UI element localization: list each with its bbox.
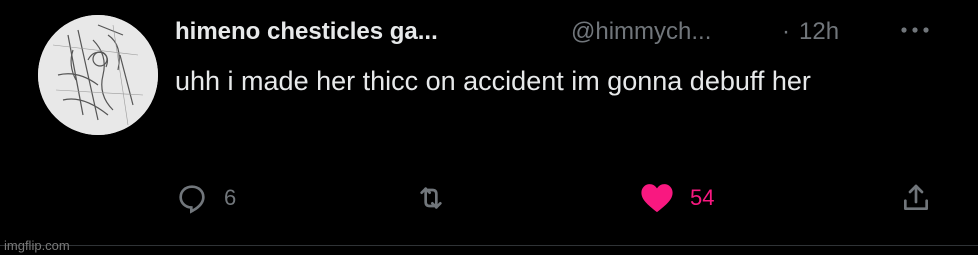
share-button[interactable] (900, 180, 932, 216)
reply-icon (179, 185, 205, 214)
more-icon (901, 27, 929, 33)
more-button[interactable] (895, 14, 935, 46)
separator-dot: · (782, 18, 790, 45)
timestamp[interactable]: 12h (799, 18, 839, 46)
avatar-sketch-image (38, 15, 158, 135)
share-icon (904, 184, 928, 210)
retweet-button[interactable] (415, 180, 463, 216)
reply-count: 6 (224, 185, 237, 210)
retweet-icon (420, 187, 442, 209)
display-name[interactable]: himeno chesticles ga... (175, 18, 438, 46)
tweet-text: uhh i made her thicc on accident im gonn… (175, 66, 811, 96)
avatar[interactable] (38, 15, 158, 135)
like-button[interactable]: 54 (640, 180, 714, 216)
divider (0, 245, 978, 246)
heart-icon (641, 184, 673, 213)
tweet-header: himeno chesticles ga... @himmych... · 12… (175, 14, 945, 54)
user-handle[interactable]: @himmych... (571, 18, 711, 46)
action-bar: 6 54 (0, 180, 978, 220)
like-count: 54 (690, 185, 715, 210)
reply-button[interactable]: 6 (176, 180, 236, 216)
watermark: imgflip.com (4, 238, 70, 253)
